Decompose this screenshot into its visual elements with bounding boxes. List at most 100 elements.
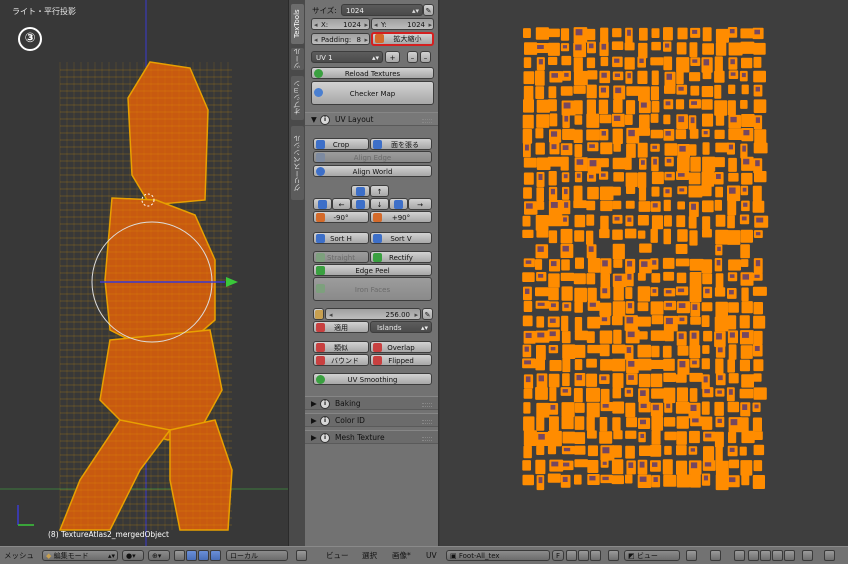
scale-button[interactable]: 拡大縮小 (371, 32, 434, 46)
align-edge-button[interactable]: Align Edge (313, 151, 432, 163)
snap-icon[interactable] (802, 550, 813, 561)
select-vertex-icon[interactable] (748, 550, 759, 561)
uv-island (523, 430, 537, 446)
drag-grip-icon[interactable] (422, 437, 432, 441)
drag-grip-icon[interactable] (422, 119, 432, 123)
proportional-icon[interactable] (824, 550, 835, 561)
uv-island (613, 430, 623, 440)
move-left-button[interactable]: ← (332, 198, 351, 210)
similar-button[interactable]: 類似 (313, 341, 369, 353)
texel-density-field[interactable]: ◂ 256.00 ▸ (325, 308, 421, 320)
uv-prev-button[interactable]: – (407, 51, 418, 63)
uv-island (587, 186, 599, 200)
manipulator-icon[interactable] (174, 550, 185, 561)
edge-peel-button[interactable]: Edge Peel (313, 264, 432, 276)
reload-textures-button[interactable]: Reload Textures (311, 67, 434, 79)
editor-type-icon[interactable] (296, 550, 307, 561)
drag-grip-icon[interactable] (422, 403, 432, 407)
align-right-button[interactable] (389, 198, 408, 210)
unlink-icon[interactable] (590, 550, 601, 561)
align-world-button[interactable]: Align World (313, 165, 432, 177)
uv-editor[interactable] (440, 0, 848, 546)
eyedropper-icon[interactable]: ✎ (422, 308, 433, 320)
pivot-select[interactable]: ⊕▾ (148, 550, 170, 561)
align-center-button[interactable] (351, 198, 370, 210)
overlap-button[interactable]: Overlap (370, 341, 432, 353)
image-select[interactable]: ▣ Foot-All_tex (446, 550, 550, 561)
padding-value: 8 (356, 36, 361, 44)
pin-icon[interactable] (608, 550, 619, 561)
uv-island (535, 27, 549, 40)
uv-smoothing-button[interactable]: UV Smoothing (313, 373, 432, 385)
image-menu[interactable]: 画像* (392, 550, 411, 562)
fake-user-button[interactable]: F (552, 550, 564, 561)
orientation-select[interactable]: ローカル (226, 550, 288, 561)
y-field[interactable]: ◂ Y: 1024 ▸ (371, 18, 434, 30)
move-down-button[interactable]: ↓ (370, 198, 389, 210)
viewport-3d[interactable]: ライト・平行投影 ③ (8) TextureAtlas2_mergedObjec… (0, 0, 288, 546)
uv-island (714, 129, 725, 139)
new-image-icon[interactable] (566, 550, 577, 561)
apply-button[interactable]: 適用 (313, 321, 369, 333)
uv-island-grid (564, 72, 569, 77)
scale-icon[interactable] (210, 550, 221, 561)
baking-header[interactable]: ▶ i Baking (305, 396, 438, 410)
uv-menu[interactable]: UV (426, 550, 437, 562)
tab-tools[interactable]: ツール (291, 48, 304, 70)
iron-faces-button[interactable]: Iron Faces (313, 277, 432, 301)
checker-map-button[interactable]: Checker Map (311, 81, 434, 105)
padding-field[interactable]: ◂ Padding: 8 ▸ (311, 33, 370, 45)
mesh-texture-header[interactable]: ▶ i Mesh Texture (305, 430, 438, 444)
view-menu[interactable]: ビュー (326, 550, 349, 562)
uv-island (600, 142, 613, 155)
rotate-plus-button[interactable]: +90° (370, 211, 432, 223)
uv-island-grid (716, 174, 721, 179)
fill-button[interactable]: 面を張る (370, 138, 432, 150)
uv-island (573, 85, 586, 94)
uv-next-button[interactable]: – (420, 51, 431, 63)
add-uv-button[interactable]: + (385, 51, 400, 63)
move-up-button[interactable]: ↑ (370, 185, 389, 197)
translate-icon[interactable] (186, 550, 197, 561)
move-right-button[interactable]: → (408, 198, 432, 210)
align-top-left-button[interactable] (351, 185, 370, 197)
select-island-icon[interactable] (784, 550, 795, 561)
uv-island (675, 374, 687, 383)
islands-select[interactable]: Islands ▴▾ (370, 321, 432, 333)
shading-select[interactable]: ●▾ (122, 550, 144, 561)
sticky-icon[interactable] (734, 550, 745, 561)
uv-island-grid (692, 418, 699, 423)
straight-button[interactable]: Straight (313, 251, 369, 263)
uv-island (728, 344, 737, 360)
x-field[interactable]: ◂ X: 1024 ▸ (311, 18, 370, 30)
pivot-icon[interactable] (710, 550, 721, 561)
select-edge-icon[interactable] (760, 550, 771, 561)
rotate-minus-button[interactable]: -90° (313, 211, 369, 223)
sync-icon[interactable] (686, 550, 697, 561)
bound-button[interactable]: バウンド (313, 354, 369, 366)
tab-grease-pencil[interactable]: グリースペンシル (291, 126, 304, 200)
drag-grip-icon[interactable] (422, 420, 432, 424)
size-select[interactable]: 1024 ▴▾ (341, 4, 423, 16)
eyedropper-icon[interactable]: ✎ (423, 4, 434, 16)
tab-textools[interactable]: TexTools (291, 4, 304, 44)
mode-select[interactable]: ◆ 編集モード ▴▾ (42, 550, 118, 561)
mesh-menu[interactable]: メッシュ (4, 550, 34, 562)
rotate-icon[interactable] (198, 550, 209, 561)
tab-options[interactable]: オプション (291, 76, 304, 120)
select-face-icon[interactable] (772, 550, 783, 561)
rectify-button[interactable]: Rectify (370, 251, 432, 263)
color-id-header[interactable]: ▶ i Color ID (305, 413, 438, 427)
select-menu[interactable]: 選択 (362, 550, 377, 562)
align-left-button[interactable] (313, 198, 332, 210)
sort-h-button[interactable]: Sort H (313, 232, 369, 244)
view-select[interactable]: ◩ ビュー (624, 550, 680, 561)
crop-button[interactable]: Crop (313, 138, 369, 150)
open-image-icon[interactable] (578, 550, 589, 561)
flipped-button[interactable]: Flipped (370, 354, 432, 366)
uv-island-grid (754, 404, 759, 409)
uv-map-select[interactable]: UV 1 ▴▾ (311, 51, 383, 63)
uv-island-grid (537, 332, 545, 338)
sort-v-button[interactable]: Sort V (370, 232, 432, 244)
uv-layout-header[interactable]: ▼ i UV Layout (305, 112, 438, 126)
